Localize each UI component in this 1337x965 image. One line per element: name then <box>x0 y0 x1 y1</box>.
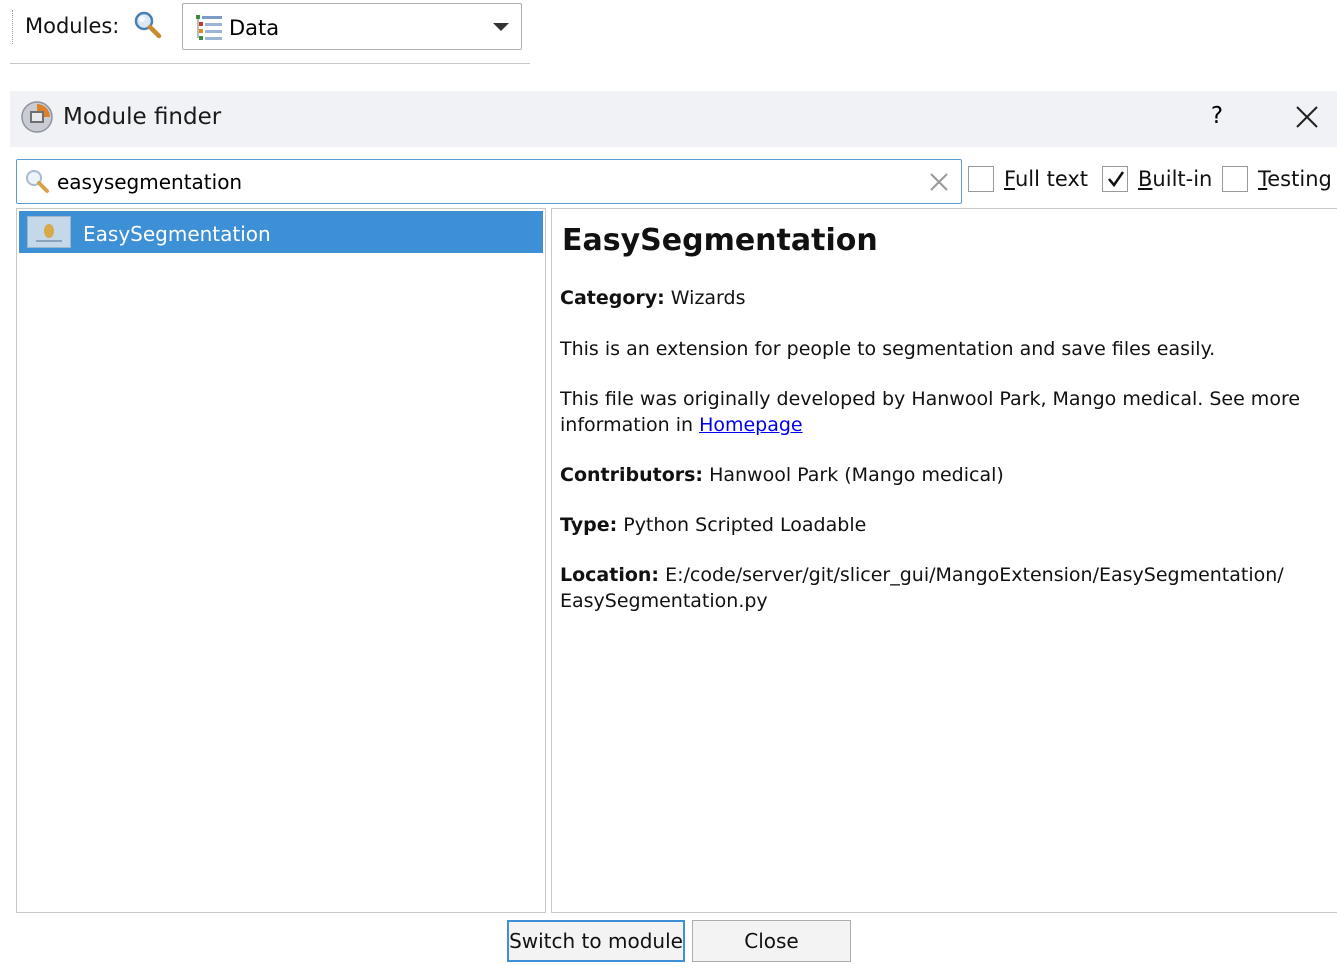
module-selector-dropdown[interactable]: Data <box>182 3 522 50</box>
list-item[interactable]: EasySegmentation <box>19 211 543 253</box>
module-search-field[interactable] <box>16 159 962 204</box>
checkmark-icon <box>1108 171 1125 188</box>
toolbar-grip[interactable] <box>12 10 14 44</box>
module-results-list[interactable]: EasySegmentation <box>16 208 546 913</box>
help-button[interactable]: ? <box>1202 101 1232 131</box>
full-text-checkbox[interactable] <box>968 166 994 192</box>
slicer-logo-icon <box>20 100 54 134</box>
module-description: This is an extension for people to segme… <box>560 338 1216 360</box>
modules-toolbar: Modules: Data <box>10 0 530 64</box>
data-module-icon <box>195 14 225 41</box>
type-line: Type: Python Scripted Loadable <box>560 512 1320 538</box>
module-thumbnail-icon <box>27 216 71 248</box>
magnifier-icon[interactable] <box>132 10 162 40</box>
testing-checkbox[interactable] <box>1222 166 1248 192</box>
dialog-title: Module finder <box>63 104 222 130</box>
contributors-label: Contributors: <box>560 464 704 486</box>
search-input[interactable] <box>57 166 917 198</box>
location-value: E:/code/server/git/slicer_gui/MangoExten… <box>665 564 1284 586</box>
close-button[interactable]: Close <box>692 920 851 962</box>
switch-to-module-button[interactable]: Switch to module <box>507 920 685 962</box>
full-text-label[interactable]: Full text <box>1004 167 1088 191</box>
contributors-value: Hanwool Park (Mango medical) <box>709 464 1004 486</box>
category-value: Wizards <box>670 287 746 309</box>
module-name-heading: EasySegmentation <box>562 223 878 258</box>
chevron-down-icon <box>493 23 509 31</box>
close-icon[interactable] <box>1290 100 1324 134</box>
location-value-cont: EasySegmentation.py <box>560 590 768 612</box>
location-line: Location: E:/code/server/git/slicer_gui/… <box>560 562 1320 614</box>
category-label: Category: <box>560 287 665 309</box>
type-label: Type: <box>560 514 618 536</box>
built-in-checkbox[interactable] <box>1102 166 1128 192</box>
contributors-line: Contributors: Hanwool Park (Mango medica… <box>560 462 1320 488</box>
list-item-label: EasySegmentation <box>83 222 271 246</box>
clear-icon[interactable] <box>927 170 951 194</box>
built-in-label[interactable]: Built-in <box>1138 167 1212 191</box>
type-value: Python Scripted Loadable <box>623 514 867 536</box>
location-label: Location: <box>560 564 660 586</box>
homepage-link[interactable]: Homepage <box>699 414 803 436</box>
module-details-panel: EasySegmentation Category: Wizards This … <box>551 208 1337 913</box>
acknowledgement-text: This file was originally developed by Ha… <box>560 388 1301 436</box>
category-line: Category: Wizards <box>560 285 1320 311</box>
modules-label: Modules: <box>25 14 120 38</box>
selected-module-label: Data <box>229 16 280 40</box>
search-icon <box>23 167 53 197</box>
testing-label[interactable]: Testing <box>1258 167 1332 191</box>
dialog-title-bar: Module finder ? <box>10 91 1337 147</box>
